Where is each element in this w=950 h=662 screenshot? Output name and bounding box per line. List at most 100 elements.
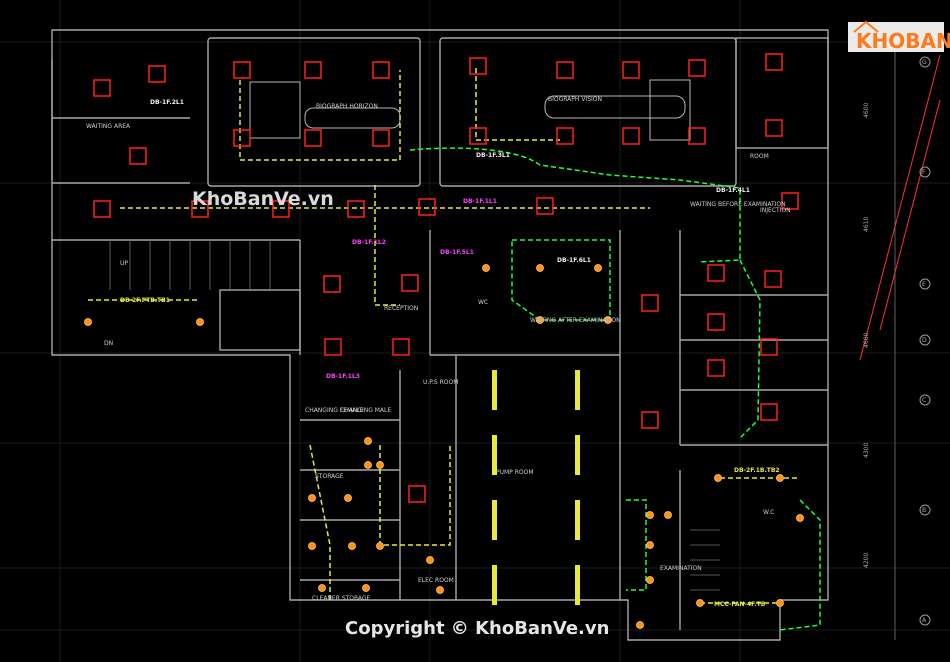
downlight — [636, 621, 644, 629]
axis-dim-4: 4300 — [863, 443, 870, 458]
downlight — [364, 437, 372, 445]
grid-lines — [0, 0, 950, 662]
downlight — [646, 541, 654, 549]
room-label-ups-room: U.P.S ROOM — [423, 379, 458, 386]
light-fixtures — [93, 53, 799, 503]
ceiling-light-fixture — [93, 79, 111, 97]
panel-tag-db-1f-1l3: DB-1F.1L3 — [326, 373, 360, 380]
panel-tag-db-1f-2l1: DB-1F.2L1 — [150, 99, 184, 106]
ceiling-light-fixture — [323, 275, 341, 293]
panel-tag-db-2f-ptb-tb1: DB-2F.PTB.TB1 — [120, 297, 170, 304]
room-label-storage: STORAGE — [315, 473, 344, 480]
downlight — [308, 542, 316, 550]
axis-dim-1: 4600 — [863, 103, 870, 118]
ceiling-light-fixture — [622, 61, 640, 79]
room-label-cleaner-storage: CLEANER STORAGE — [312, 595, 371, 602]
downlight — [776, 599, 784, 607]
downlight — [776, 474, 784, 482]
ceiling-light-fixture — [233, 61, 251, 79]
khobanve-logo: KHOBANVE — [848, 20, 950, 53]
ceiling-light-fixture — [641, 294, 659, 312]
ceiling-light-fixture — [622, 127, 640, 145]
ceiling-light-fixture — [233, 129, 251, 147]
downlight — [348, 542, 356, 550]
room-label-waiting-after: WAITING AFTER EXAMINATION — [530, 317, 621, 324]
room-label-elec-room: ELEC ROOM — [418, 577, 454, 584]
panel-tag-db-2f-1b-tb2: DB-2F.1B.TB2 — [734, 467, 780, 474]
downlight — [344, 494, 352, 502]
panel-tag-db-1f-1l2: DB-1F.1L2 — [352, 239, 386, 246]
ceiling-light-fixture — [707, 264, 725, 282]
downlight — [362, 584, 370, 592]
ceiling-light-fixture — [707, 313, 725, 331]
axis-dim-3: 4600 — [863, 333, 870, 348]
ceiling-light-fixture — [129, 147, 147, 165]
room-label-wc: WC — [478, 299, 488, 306]
logo-text: KHOBANVE — [856, 29, 950, 53]
pump-room-fixtures — [492, 370, 580, 605]
ceiling-light-fixture — [688, 59, 706, 77]
ceiling-light-fixture — [536, 197, 554, 215]
ceiling-light-fixture — [764, 270, 782, 288]
ceiling-light-fixture — [688, 127, 706, 145]
axis-letter-c: C — [922, 397, 926, 404]
downlight — [594, 264, 602, 272]
ceiling-light-fixture — [556, 61, 574, 79]
ceiling-light-fixture — [418, 198, 436, 216]
ceiling-light-fixture — [556, 127, 574, 145]
circuit-wiring — [88, 68, 821, 631]
room-label-reception: RECEPTION — [384, 305, 418, 312]
ceiling-light-fixture — [707, 359, 725, 377]
room-label-room: ROOM — [750, 153, 769, 160]
panel-tag-mcc-fan-4f-tb: MCC-FAN-4F.TB — [714, 601, 766, 608]
panel-tag-db-1f-1l1: DB-1F.1L1 — [463, 198, 497, 205]
ceiling-light-fixture — [765, 119, 783, 137]
ceiling-light-fixture — [347, 200, 365, 218]
axis-dim-5: 4200 — [863, 553, 870, 568]
ceiling-light-fixture — [148, 65, 166, 83]
ceiling-light-fixture — [408, 485, 426, 503]
downlight — [646, 576, 654, 584]
ceiling-light-fixture — [469, 57, 487, 75]
axis-letter-g: G — [922, 59, 927, 66]
downlight — [364, 461, 372, 469]
room-label-pump-room: PUMP ROOM — [496, 469, 534, 476]
downlight — [376, 542, 384, 550]
downlight — [714, 474, 722, 482]
ceiling-light-fixture — [304, 129, 322, 147]
ceiling-light-fixture — [93, 200, 111, 218]
ceiling-light-fixture — [760, 403, 778, 421]
room-label-changing-male: CHANGING MALE — [340, 407, 391, 414]
downlight — [84, 318, 92, 326]
downlights — [84, 264, 804, 629]
watermark-footer: Copyright © KhoBanVe.vn — [345, 618, 609, 639]
ceiling-light-fixture — [372, 129, 390, 147]
site-boundary — [859, 54, 941, 361]
walls — [51, 29, 829, 641]
downlight — [318, 584, 326, 592]
room-label-biograph-vision: BIOGRAPH VISION — [548, 96, 602, 103]
stair-hatch — [109, 240, 720, 591]
room-label-up: UP — [120, 260, 128, 267]
ceiling-light-fixture — [372, 61, 390, 79]
room-labels: BIOGRAPH HORIZON BIOGRAPH VISION WAITING… — [86, 96, 791, 602]
panel-tag-db-1f-4l1: DB-1F.4L1 — [716, 187, 750, 194]
room-label-biograph-horizon: BIOGRAPH HORIZON — [316, 103, 378, 110]
axis-dim-2: 4610 — [863, 217, 870, 232]
axis-letter-b: B — [922, 507, 926, 514]
room-label-examination: EXAMINATION — [660, 565, 702, 572]
ceiling-light-fixture — [304, 61, 322, 79]
downlight — [696, 599, 704, 607]
downlight — [436, 586, 444, 594]
ceiling-light-fixture — [765, 53, 783, 71]
axis-letter-d: D — [922, 337, 927, 344]
downlight — [482, 264, 490, 272]
axis-letter-e: E — [922, 281, 926, 288]
downlight — [308, 494, 316, 502]
ceiling-light-fixture — [641, 411, 659, 429]
axis-letter-a: A — [922, 617, 927, 624]
downlight — [646, 511, 654, 519]
panel-tag-db-1f-6l1: DB-1F.6L1 — [557, 257, 591, 264]
ceiling-light-fixture — [401, 274, 419, 292]
downlight — [196, 318, 204, 326]
